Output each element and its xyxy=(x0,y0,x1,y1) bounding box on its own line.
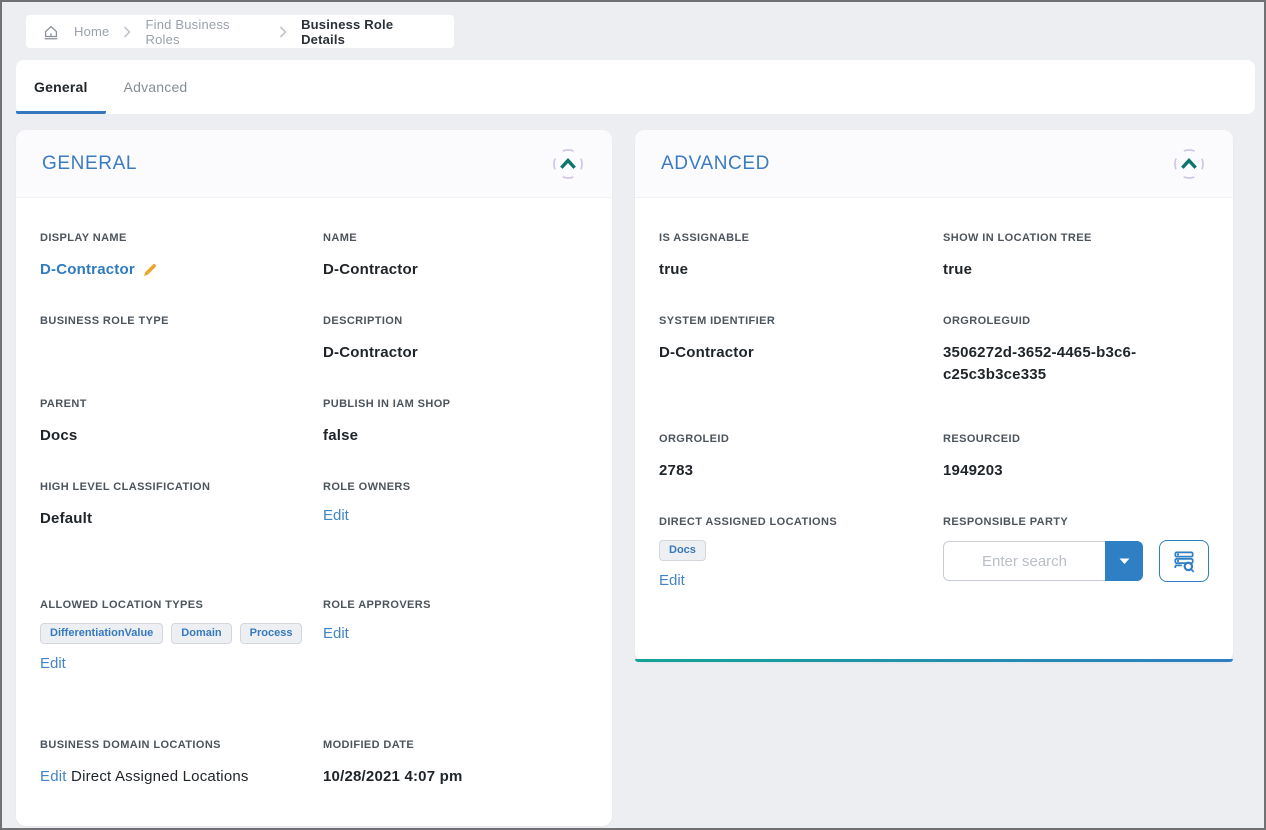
home-icon[interactable] xyxy=(42,23,60,41)
field-resourceid: RESOURCEID 1949203 xyxy=(943,433,1209,486)
show-in-location-tree-value: true xyxy=(943,259,1209,281)
business-domain-locations-edit-link[interactable]: Edit xyxy=(40,768,67,785)
field-label: ORGROLEID xyxy=(659,433,925,445)
modified-date-value: 10/28/2021 4:07 pm xyxy=(323,766,588,788)
location-type-chip: DifferentiationValue xyxy=(40,623,163,644)
field-system-identifier: SYSTEM IDENTIFIER D-Contractor xyxy=(659,315,925,403)
direct-assigned-locations-edit-link[interactable]: Edit xyxy=(659,572,685,589)
role-owners-edit-link[interactable]: Edit xyxy=(323,507,349,524)
general-panel: GENERAL DISPLAY NAME D-Contractor xyxy=(16,130,612,826)
is-assignable-value: true xyxy=(659,259,925,281)
database-search-icon xyxy=(1171,548,1197,574)
edit-pencil-icon[interactable] xyxy=(142,262,158,278)
allowed-location-types-edit-link[interactable]: Edit xyxy=(40,655,66,672)
name-value: D-Contractor xyxy=(323,259,588,281)
tab-advanced[interactable]: Advanced xyxy=(106,60,206,114)
panel-gradient-border xyxy=(635,659,1233,662)
advanced-panel: ADVANCED IS ASSIGNABLE true SHOW IN LOCA… xyxy=(635,130,1233,662)
field-label: ROLE APPROVERS xyxy=(323,599,588,611)
description-value: D-Contractor xyxy=(323,342,588,364)
display-name-text: D-Contractor xyxy=(40,259,135,281)
location-type-chip: Domain xyxy=(171,623,231,644)
field-label: NAME xyxy=(323,232,588,244)
direct-assigned-locations-chips: Docs xyxy=(659,540,925,561)
field-label: IS ASSIGNABLE xyxy=(659,232,925,244)
tab-general[interactable]: General xyxy=(16,60,106,114)
responsible-party-control xyxy=(943,540,1209,582)
breadcrumb-item-home[interactable]: Home xyxy=(74,24,109,39)
field-allowed-location-types: ALLOWED LOCATION TYPES DifferentiationVa… xyxy=(40,599,305,709)
field-label: ROLE OWNERS xyxy=(323,481,588,493)
field-description: DESCRIPTION D-Contractor xyxy=(323,315,588,368)
system-identifier-value: D-Contractor xyxy=(659,342,925,364)
publish-in-iam-shop-value: false xyxy=(323,425,588,447)
caret-down-icon xyxy=(1119,558,1130,565)
business-domain-locations-value: Edit Direct Assigned Locations xyxy=(40,766,305,788)
chevron-right-icon xyxy=(123,26,131,38)
allowed-location-types-chips: DifferentiationValue Domain Process xyxy=(40,623,305,644)
field-label: PARENT xyxy=(40,398,305,410)
chevron-right-icon xyxy=(279,26,287,38)
orgroleguid-value: 3506272d-3652-4465-b3c6-c25c3b3ce335 xyxy=(943,342,1195,386)
display-name-value: D-Contractor xyxy=(40,259,158,281)
content-area: GENERAL DISPLAY NAME D-Contractor xyxy=(16,130,1233,826)
field-label: RESOURCEID xyxy=(943,433,1209,445)
collapse-chevron-icon xyxy=(547,143,589,185)
tab-bar: General Advanced xyxy=(16,60,1255,114)
field-high-level-classification: HIGH LEVEL CLASSIFICATION Default xyxy=(40,481,305,569)
responsible-party-dropdown-button[interactable] xyxy=(1105,541,1143,581)
field-show-in-location-tree: SHOW IN LOCATION TREE true xyxy=(943,232,1209,285)
resourceid-value: 1949203 xyxy=(943,460,1209,482)
field-is-assignable: IS ASSIGNABLE true xyxy=(659,232,925,285)
field-business-role-type: BUSINESS ROLE TYPE xyxy=(40,315,305,368)
field-direct-assigned-locations: DIRECT ASSIGNED LOCATIONS Docs Edit xyxy=(659,516,925,626)
field-parent: PARENT Docs xyxy=(40,398,305,451)
field-label: SHOW IN LOCATION TREE xyxy=(943,232,1209,244)
field-display-name: DISPLAY NAME D-Contractor xyxy=(40,232,305,285)
field-orgroleid: ORGROLEID 2783 xyxy=(659,433,925,486)
high-level-classification-value: Default xyxy=(40,508,305,530)
field-label: HIGH LEVEL CLASSIFICATION xyxy=(40,481,305,493)
parent-value: Docs xyxy=(40,425,305,447)
field-publish-in-iam-shop: PUBLISH IN IAM SHOP false xyxy=(323,398,588,451)
advanced-search-button[interactable] xyxy=(1159,540,1209,582)
orgroleid-value: 2783 xyxy=(659,460,925,482)
field-label: PUBLISH IN IAM SHOP xyxy=(323,398,588,410)
field-modified-date: MODIFIED DATE 10/28/2021 4:07 pm xyxy=(323,739,588,792)
breadcrumb: Home Find Business Roles Business Role D… xyxy=(26,15,454,48)
field-label: ORGROLEGUID xyxy=(943,315,1209,327)
field-label: MODIFIED DATE xyxy=(323,739,588,751)
field-label: SYSTEM IDENTIFIER xyxy=(659,315,925,327)
field-role-approvers: ROLE APPROVERS Edit xyxy=(323,599,588,709)
field-business-domain-locations: BUSINESS DOMAIN LOCATIONS Edit Direct As… xyxy=(40,739,305,792)
field-label: DESCRIPTION xyxy=(323,315,588,327)
general-panel-body: DISPLAY NAME D-Contractor NAME D-Contrac… xyxy=(16,198,612,828)
breadcrumb-item-current: Business Role Details xyxy=(301,17,438,47)
breadcrumb-item-find-business-roles[interactable]: Find Business Roles xyxy=(145,17,265,47)
field-label: DIRECT ASSIGNED LOCATIONS xyxy=(659,516,925,528)
collapse-chevron-icon xyxy=(1168,143,1210,185)
responsible-party-combo xyxy=(943,541,1143,581)
business-domain-locations-text: Direct Assigned Locations xyxy=(71,768,249,785)
location-chip: Docs xyxy=(659,540,706,561)
field-label: DISPLAY NAME xyxy=(40,232,305,244)
advanced-panel-body: IS ASSIGNABLE true SHOW IN LOCATION TREE… xyxy=(635,198,1233,662)
field-label: BUSINESS DOMAIN LOCATIONS xyxy=(40,739,305,751)
field-label: RESPONSIBLE PARTY xyxy=(943,516,1209,528)
advanced-panel-title: ADVANCED xyxy=(661,153,770,175)
role-approvers-edit-link[interactable]: Edit xyxy=(323,625,349,642)
responsible-party-search-input[interactable] xyxy=(943,541,1105,581)
field-responsible-party: RESPONSIBLE PARTY xyxy=(943,516,1209,626)
general-panel-title: GENERAL xyxy=(42,153,137,175)
advanced-panel-header: ADVANCED xyxy=(635,130,1233,198)
general-panel-header: GENERAL xyxy=(16,130,612,198)
field-orgroleguid: ORGROLEGUID 3506272d-3652-4465-b3c6-c25c… xyxy=(943,315,1209,403)
field-role-owners: ROLE OWNERS Edit xyxy=(323,481,588,569)
field-label: BUSINESS ROLE TYPE xyxy=(40,315,305,327)
location-type-chip: Process xyxy=(240,623,303,644)
collapse-advanced-button[interactable] xyxy=(1167,142,1211,186)
field-name: NAME D-Contractor xyxy=(323,232,588,285)
field-label: ALLOWED LOCATION TYPES xyxy=(40,599,305,611)
collapse-general-button[interactable] xyxy=(546,142,590,186)
